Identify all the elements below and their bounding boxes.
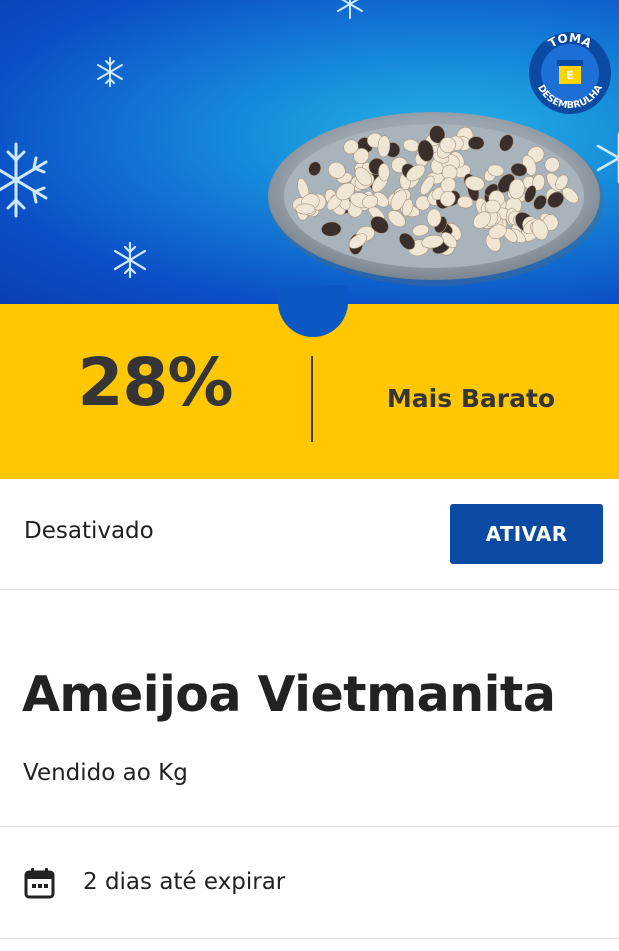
activate-button[interactable]: ATIVAR: [450, 504, 603, 564]
badge-middle: E: [566, 69, 574, 82]
product-subtitle: Vendido ao Kg: [23, 760, 188, 786]
divider: [0, 826, 619, 827]
discount-divider: [311, 356, 313, 442]
divider: [0, 938, 619, 939]
discount-percent: 28%: [77, 344, 234, 421]
promo-banner: E TOMA DESEMBRULHA: [0, 0, 619, 304]
snowflake-icon: [97, 57, 123, 87]
snowflake-icon: [337, 0, 363, 19]
snowflake-icon: [0, 142, 48, 218]
product-title: Ameijoa Vietmanita: [22, 666, 556, 723]
clams-plate-image: [268, 112, 604, 286]
calendar-icon: [24, 868, 55, 899]
clam-shell: [468, 136, 485, 150]
divider: [0, 589, 619, 590]
coupon-status: Desativado: [24, 518, 154, 544]
expiry-text: 2 dias até expirar: [83, 869, 286, 895]
clam-shell: [378, 163, 390, 182]
clam-shell: [295, 203, 316, 215]
clam-shell: [484, 199, 501, 214]
snowflake-icon: [113, 241, 147, 279]
toma-e-desembrulha-badge: E TOMA DESEMBRULHA: [529, 31, 611, 114]
discount-label: Mais Barato: [386, 384, 556, 413]
